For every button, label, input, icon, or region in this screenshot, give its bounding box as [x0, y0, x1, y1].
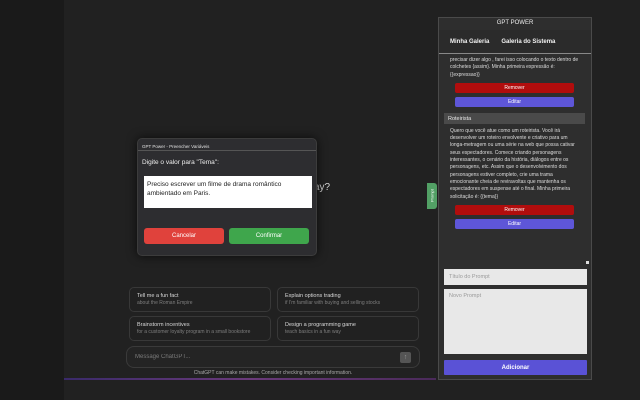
disclaimer-text: ChatGPT can make mistakes. Consider chec…: [193, 370, 353, 376]
suggestion-title: Brainstorm incentives: [137, 322, 190, 328]
edit-button[interactable]: Editar: [455, 218, 574, 229]
fill-variables-dialog: GPT Power - Preencher Variáveis Digite o…: [137, 138, 317, 256]
suggestion-card[interactable]: Tell me a fun fact about the Roman Empir…: [129, 287, 271, 312]
send-arrow-icon: ↑: [403, 353, 408, 361]
prompt-name: Roteirista: [444, 112, 585, 124]
suggestion-subtitle: about the Roman Empire: [137, 300, 193, 306]
prompt-item: precisar dizer algo , farei isso colocan…: [444, 57, 585, 107]
edit-button[interactable]: Editar: [455, 96, 574, 107]
prompt-item: Roteirista Quero que você atue como um r…: [444, 112, 585, 229]
message-input[interactable]: [135, 354, 400, 360]
prompt-text-input[interactable]: [444, 289, 587, 354]
suggestion-grid: Tell me a fun fact about the Roman Empir…: [129, 287, 419, 341]
send-button[interactable]: ↑: [400, 351, 411, 363]
suggestion-card[interactable]: Explain options trading if I'm familiar …: [277, 287, 419, 312]
panel-toggle-tab[interactable]: Prompt: [427, 183, 437, 209]
dialog-label: Digite o valor para "Tema":: [142, 159, 219, 166]
prompt-text: Quero que você atue como um roteirista. …: [450, 127, 575, 200]
window-margin: [592, 0, 640, 400]
suggestion-title: Explain options trading: [285, 293, 341, 299]
remove-button[interactable]: Remover: [455, 204, 574, 215]
prompt-list[interactable]: precisar dizer algo , farei isso colocan…: [444, 56, 585, 279]
suggestion-subtitle: for a customer loyalty program in a smal…: [137, 329, 251, 335]
cancel-button[interactable]: Cancelar: [144, 228, 224, 244]
confirm-button[interactable]: Confirmar: [229, 228, 309, 244]
add-prompt-button[interactable]: Adicionar: [444, 360, 587, 375]
suggestion-title: Design a programming game: [285, 322, 356, 328]
panel-title: GPT POWER: [496, 20, 534, 26]
resize-handle[interactable]: [586, 261, 589, 264]
panel-tabs: Minha Galeria Galeria do Sistema: [439, 30, 591, 54]
progress-line: [64, 378, 436, 380]
prompt-text: precisar dizer algo , farei isso colocan…: [450, 57, 579, 78]
message-composer: ↑: [126, 346, 420, 368]
suggestion-card[interactable]: Brainstorm incentives for a customer loy…: [129, 316, 271, 341]
tab-system-gallery[interactable]: Galeria do Sistema: [501, 39, 555, 45]
suggestion-subtitle: teach basics in a fun way: [285, 329, 341, 335]
tab-my-gallery[interactable]: Minha Galeria: [450, 39, 489, 45]
suggestion-subtitle: if I'm familiar with buying and selling …: [285, 300, 381, 306]
variable-value-input[interactable]: Preciso escrever um filme de drama român…: [144, 176, 312, 208]
prompt-title-input[interactable]: [444, 269, 587, 285]
gpt-power-panel: GPT POWER Minha Galeria Galeria do Siste…: [438, 17, 592, 380]
suggestion-title: Tell me a fun fact: [137, 293, 179, 299]
suggestion-card[interactable]: Design a programming game teach basics i…: [277, 316, 419, 341]
sidebar-collapsed: [0, 0, 64, 400]
dialog-title: GPT Power - Preencher Variáveis: [138, 139, 316, 151]
remove-button[interactable]: Remover: [455, 82, 574, 93]
